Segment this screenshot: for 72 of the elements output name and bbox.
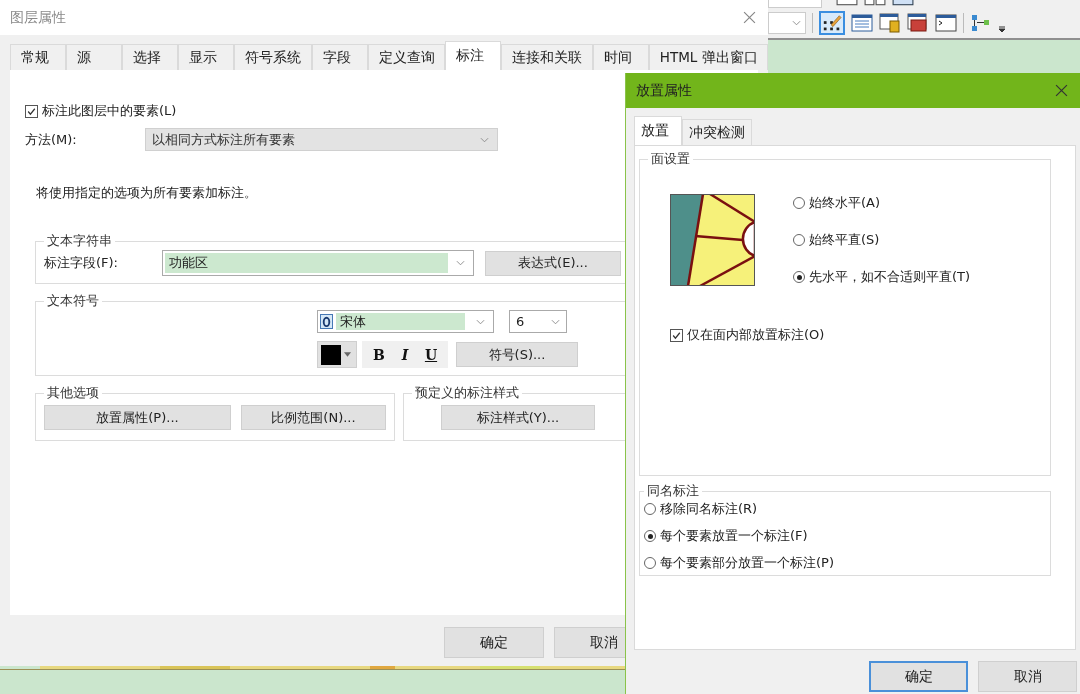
tab[interactable]: 标注	[445, 41, 502, 70]
symbol-button[interactable]: 符号(S)...	[456, 342, 578, 367]
group-title: 预定义的标注样式	[414, 384, 520, 402]
checkbox[interactable]	[25, 104, 38, 118]
expression-button[interactable]: 表达式(E)...	[485, 250, 621, 276]
tab[interactable]: 显示	[178, 44, 234, 70]
tab[interactable]: 放置	[634, 116, 682, 145]
font-dropdown[interactable]: 宋体	[317, 310, 494, 333]
checkbox[interactable]	[670, 328, 683, 342]
overflow-icon[interactable]	[998, 25, 1006, 33]
font-icon	[320, 314, 333, 329]
window-title: 图层属性	[10, 8, 66, 27]
options-button[interactable]: 放置属性(P)...	[44, 405, 231, 430]
toolbox-icon[interactable]	[907, 13, 929, 33]
radio-button[interactable]	[793, 234, 805, 246]
tab[interactable]: 符号系统	[234, 44, 312, 70]
color-button[interactable]	[317, 341, 357, 368]
tab[interactable]: HTML 弹出窗口	[648, 44, 768, 70]
model-icon[interactable]	[970, 13, 992, 33]
group-title: 文本字符串	[46, 232, 113, 250]
description-text: 将使用指定的选项为所有要素加标注。	[36, 184, 258, 202]
edit-vertices-icon[interactable]	[819, 11, 845, 35]
method-dropdown[interactable]: 以相同方式标注所有要素	[145, 128, 498, 151]
radio-button[interactable]	[793, 271, 805, 283]
italic-button[interactable]: I	[392, 343, 418, 366]
radio-label: 每个要素放置一个标注(F)	[660, 527, 808, 545]
field-label: 方法(M):	[25, 130, 78, 149]
radio-label: 每个要素部分放置一个标注(P)	[660, 554, 834, 572]
underline-button[interactable]: U	[418, 343, 444, 366]
tab[interactable]: 定义查询	[367, 44, 446, 70]
dialog-button[interactable]: 确定	[869, 661, 968, 692]
radio-label: 先水平，如不合适则平直(T)	[809, 268, 971, 286]
window-title: 放置属性	[636, 81, 692, 100]
label-styles-button[interactable]: 标注样式(Y)...	[441, 405, 595, 430]
group-title: 面设置	[650, 150, 691, 168]
tab[interactable]: 时间	[592, 44, 649, 70]
chevron-icon	[551, 318, 560, 325]
caret-icon	[344, 352, 351, 357]
options-button[interactable]: 比例范围(N)...	[241, 405, 386, 430]
dropdown-field[interactable]	[768, 12, 806, 34]
radio-button[interactable]	[644, 530, 656, 542]
tab[interactable]: 冲突检测	[682, 119, 752, 145]
radio-label: 始终平直(S)	[809, 231, 880, 249]
tab[interactable]: 选择	[122, 44, 178, 70]
group-title: 其他选项	[46, 384, 100, 402]
checkbox-label: 标注此图层中的要素(L)	[42, 102, 177, 120]
label-field-dropdown[interactable]: 功能区	[162, 250, 474, 276]
dialog-button[interactable]: 确定	[444, 627, 544, 658]
chevron-icon	[456, 260, 465, 266]
size-dropdown[interactable]: 6	[509, 310, 567, 333]
checkbox-label: 仅在面内部放置标注(O)	[687, 326, 825, 344]
group-title: 文本符号	[46, 292, 100, 310]
chevron-icon	[480, 136, 489, 143]
radio-button[interactable]	[644, 503, 656, 515]
table-icon[interactable]	[851, 13, 873, 33]
tab[interactable]: 常规	[10, 44, 66, 70]
close-icon[interactable]	[743, 11, 756, 24]
tab[interactable]: 连接和关联	[501, 44, 593, 70]
radio-label: 移除同名标注(R)	[660, 500, 758, 518]
chevron-icon	[476, 318, 485, 325]
field-label: 标注字段(F):	[44, 254, 119, 272]
bold-button[interactable]: B	[366, 343, 392, 366]
radio-button[interactable]	[644, 557, 656, 569]
database-icon[interactable]	[879, 13, 901, 33]
tab[interactable]: 字段	[311, 44, 368, 70]
dialog-button[interactable]: 取消	[978, 661, 1077, 692]
chevron-icon	[792, 20, 801, 26]
close-icon[interactable]	[1055, 84, 1068, 97]
tab[interactable]: 源	[66, 44, 122, 70]
radio-label: 始终水平(A)	[809, 194, 881, 212]
radio-button[interactable]	[793, 197, 805, 209]
group-title: 同名标注	[646, 482, 700, 500]
